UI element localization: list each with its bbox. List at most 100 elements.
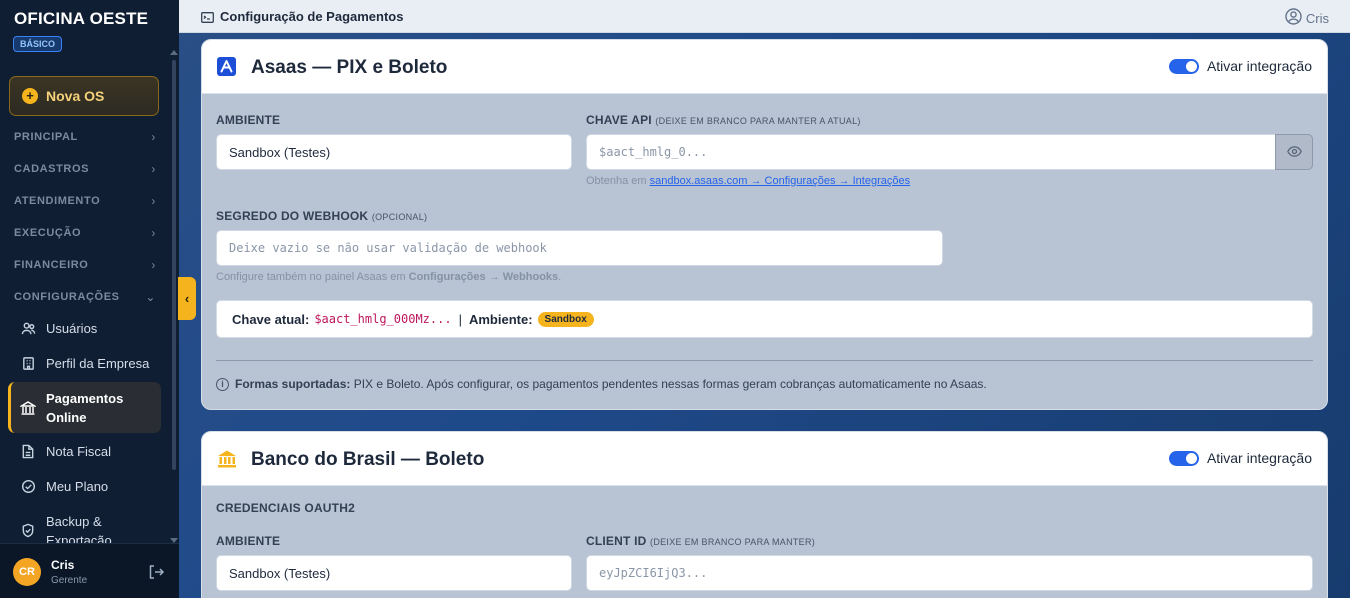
main-content: Configuração de Pagamentos Cris Asaas — … (179, 0, 1350, 598)
toggle-switch[interactable] (1168, 450, 1199, 466)
toggle-label: Ativar integração (1206, 58, 1312, 74)
api-key-label: CHAVE API (DEIXE EM BRANCO PARA MANTER A… (586, 113, 861, 127)
supported-methods-text: Formas suportadas: PIX e Boleto. Após co… (235, 377, 987, 391)
logout-icon[interactable] (147, 563, 165, 581)
sidebar-item-backup[interactable]: Backup & Exportação (8, 512, 161, 546)
webhook-help-suffix: . (558, 271, 562, 283)
nav-section-label: CONFIGURAÇÕES (14, 291, 120, 303)
nav-section-financeiro[interactable]: FINANCEIRO › (14, 257, 156, 273)
shield-icon (20, 522, 36, 538)
client-id-label: CLIENT ID (DEIXE EM BRANCO PARA MANTER) (586, 534, 815, 548)
toggle-switch[interactable] (1168, 58, 1199, 74)
sidebar-item-perfil-empresa[interactable]: Perfil da Empresa (8, 352, 161, 374)
user-circle-icon (1285, 8, 1302, 28)
nav-section-atendimento[interactable]: ATENDIMENTO › (14, 193, 156, 209)
nav-section-label: EXECUÇÃO (14, 227, 82, 239)
sidebar-item-meu-plano[interactable]: Meu Plano (8, 475, 161, 497)
plan-badge: BÁSICO (13, 36, 63, 52)
client-id-label-sub: (DEIXE EM BRANCO PARA MANTER) (650, 537, 816, 547)
bb-title: Banco do Brasil — Boleto (251, 449, 485, 470)
sidebar-scrollbar[interactable] (172, 60, 176, 470)
separator: | (458, 311, 462, 327)
new-os-button[interactable]: + Nova OS (9, 76, 159, 116)
client-id-placeholder: eyJpZCI6IjQ3... (599, 566, 708, 580)
webhook-help: Configure também no painel Asaas em Conf… (216, 271, 561, 283)
eye-icon (1286, 145, 1302, 160)
user-menu[interactable]: Cris (1285, 8, 1329, 28)
toggle-label: Ativar integração (1206, 450, 1312, 466)
asaas-card-header: Asaas — PIX e Boleto Ativar integração (202, 40, 1327, 94)
webhook-label-text: SEGREDO DO WEBHOOK (216, 209, 369, 223)
ambiente-select[interactable]: Sandbox (Testes) (216, 134, 572, 170)
page-title: Configuração de Pagamentos (220, 9, 404, 24)
plus-icon: + (22, 88, 38, 104)
show-api-key-button[interactable] (1275, 134, 1313, 170)
client-id-input[interactable]: eyJpZCI6IjQ3... (586, 555, 1313, 591)
sidebar-item-usuarios[interactable]: Usuários (8, 317, 161, 339)
webhook-placeholder: Deixe vazio se não usar validação de web… (229, 241, 547, 255)
terminal-icon (201, 11, 214, 23)
nav-section-label: PRINCIPAL (14, 131, 78, 143)
sidebar-item-pagamentos-online[interactable]: Pagamentos Online (8, 382, 161, 433)
current-key-label: Chave atual: (232, 311, 310, 327)
asaas-title: Asaas — PIX e Boleto (251, 57, 448, 78)
user-role: Gerente (51, 575, 88, 586)
bb-ambiente-select[interactable]: Sandbox (Testes) (216, 555, 572, 591)
current-env-label: Ambiente: (468, 311, 533, 327)
current-config-box: Chave atual: $aact_hmlg_000Mz... | Ambie… (216, 300, 1313, 338)
asaas-integrations-link[interactable]: sandbox.asaas.com → Configurações → Inte… (650, 175, 910, 187)
note-bold: Formas suportadas: (235, 377, 351, 391)
api-key-placeholder: $aact_hmlg_0... (599, 145, 708, 159)
api-key-label-sub: (DEIXE EM BRANCO PARA MANTER A ATUAL) (655, 116, 861, 126)
nav-section-cadastros[interactable]: CADASTROS › (14, 161, 156, 177)
webhook-secret-input[interactable]: Deixe vazio se não usar validação de web… (216, 230, 943, 266)
asaas-enable-toggle[interactable]: Ativar integração (1168, 58, 1312, 74)
webhook-label-sub: (OPCIONAL) (371, 212, 428, 222)
supported-methods-note: i Formas suportadas: PIX e Boleto. Após … (216, 377, 987, 391)
divider (216, 360, 1313, 361)
status-badge: Sandbox (537, 311, 594, 327)
chevron-right-icon: › (151, 194, 156, 208)
nav-section-label: CADASTROS (14, 163, 90, 175)
bb-ambiente-value: Sandbox (Testes) (229, 565, 331, 581)
avatar: CR (13, 558, 41, 586)
api-key-help-text: Obtenha em (586, 175, 647, 187)
building-icon (20, 355, 36, 371)
bb-enable-toggle[interactable]: Ativar integração (1168, 450, 1312, 466)
nav-section-execucao[interactable]: EXECUÇÃO › (14, 225, 156, 241)
sidebar-item-label: Usuários (46, 320, 98, 336)
brand-name: OFICINA OESTE (14, 9, 149, 28)
webhook-help-text: Configure também no painel Asaas em (216, 271, 406, 283)
sidebar-item-label: Perfil da Empresa (46, 355, 150, 371)
scroll-up-arrow[interactable] (170, 50, 178, 55)
sidebar-item-label: Backup & Exportação (46, 514, 112, 546)
client-id-label-text: CLIENT ID (586, 534, 647, 548)
chevron-right-icon: › (151, 130, 156, 144)
document-icon (20, 443, 36, 459)
chevron-left-icon: ‹ (184, 291, 190, 306)
bb-card: Banco do Brasil — Boleto Ativar integraç… (201, 431, 1328, 598)
api-key-help: Obtenha em sandbox.asaas.com → Configura… (586, 175, 910, 187)
user-panel: CR Cris Gerente (0, 543, 179, 598)
bb-ambiente-label: AMBIENTE (216, 534, 281, 548)
new-os-label: Nova OS (46, 88, 105, 104)
chevron-right-icon: › (151, 162, 156, 176)
sidebar-item-nota-fiscal[interactable]: Nota Fiscal (8, 440, 161, 462)
sidebar-collapse-button[interactable]: ‹ (178, 277, 196, 320)
info-icon: i (216, 377, 229, 391)
chevron-down-icon: ⌄ (145, 290, 156, 304)
ambiente-value: Sandbox (Testes) (229, 144, 331, 160)
nav-section-label: FINANCEIRO (14, 259, 89, 271)
webhook-label: SEGREDO DO WEBHOOK (OPCIONAL) (216, 209, 427, 223)
oauth-section-label: CREDENCIAIS OAUTH2 (216, 501, 355, 515)
check-circle-icon (20, 478, 36, 494)
webhook-help-path: Configurações → Webhooks (408, 271, 559, 283)
nav-section-principal[interactable]: PRINCIPAL › (14, 129, 156, 145)
note-text: PIX e Boleto. Após configurar, os pagame… (353, 377, 987, 391)
api-key-input[interactable]: $aact_hmlg_0... (586, 134, 1276, 170)
nav-section-configuracoes[interactable]: CONFIGURAÇÕES ⌄ (14, 289, 156, 305)
users-icon (20, 320, 36, 336)
api-key-label-text: CHAVE API (586, 113, 652, 127)
sidebar: OFICINA OESTE BÁSICO + Nova OS PRINCIPAL… (0, 0, 179, 598)
asaas-logo-icon (217, 57, 236, 76)
